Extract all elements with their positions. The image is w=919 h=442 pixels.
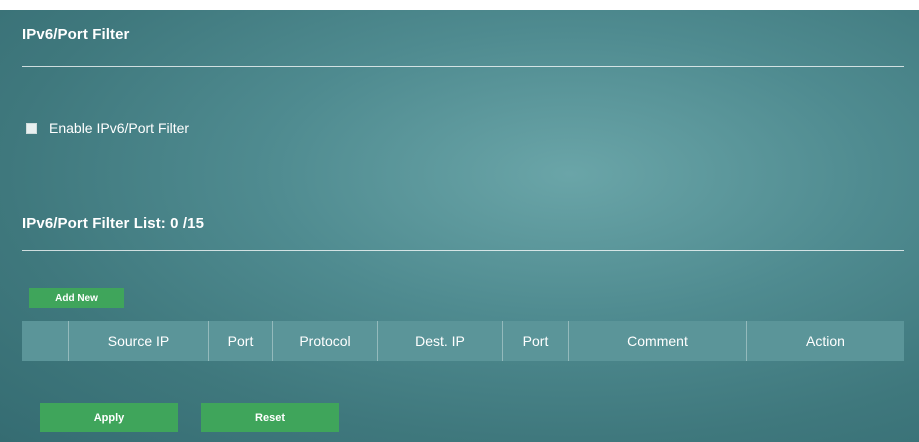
enable-filter-label: Enable IPv6/Port Filter: [49, 120, 190, 136]
column-header-dest-ip: Dest. IP: [377, 321, 502, 361]
column-header-action: Action: [746, 321, 904, 361]
column-header-select: [22, 321, 68, 361]
list-divider: [22, 250, 904, 251]
section-title: IPv6/Port Filter: [22, 26, 130, 43]
ipv6-port-filter-panel: IPv6/Port Filter Enable IPv6/Port Filter…: [0, 10, 919, 442]
reset-button[interactable]: Reset: [201, 403, 339, 432]
column-header-source-ip: Source IP: [68, 321, 208, 361]
filter-table-header: Source IP Port Protocol Dest. IP Port Co…: [22, 321, 904, 361]
enable-filter-checkbox[interactable]: [26, 122, 37, 134]
section-divider: [22, 66, 904, 67]
column-header-source-port: Port: [208, 321, 272, 361]
filter-list-title: IPv6/Port Filter List: 0 /15: [22, 215, 205, 232]
add-new-button[interactable]: Add New: [29, 288, 124, 308]
column-header-comment: Comment: [568, 321, 746, 361]
column-header-dest-port: Port: [502, 321, 568, 361]
apply-button[interactable]: Apply: [40, 403, 178, 432]
enable-filter-row[interactable]: Enable IPv6/Port Filter: [26, 120, 189, 136]
column-header-protocol: Protocol: [272, 321, 377, 361]
